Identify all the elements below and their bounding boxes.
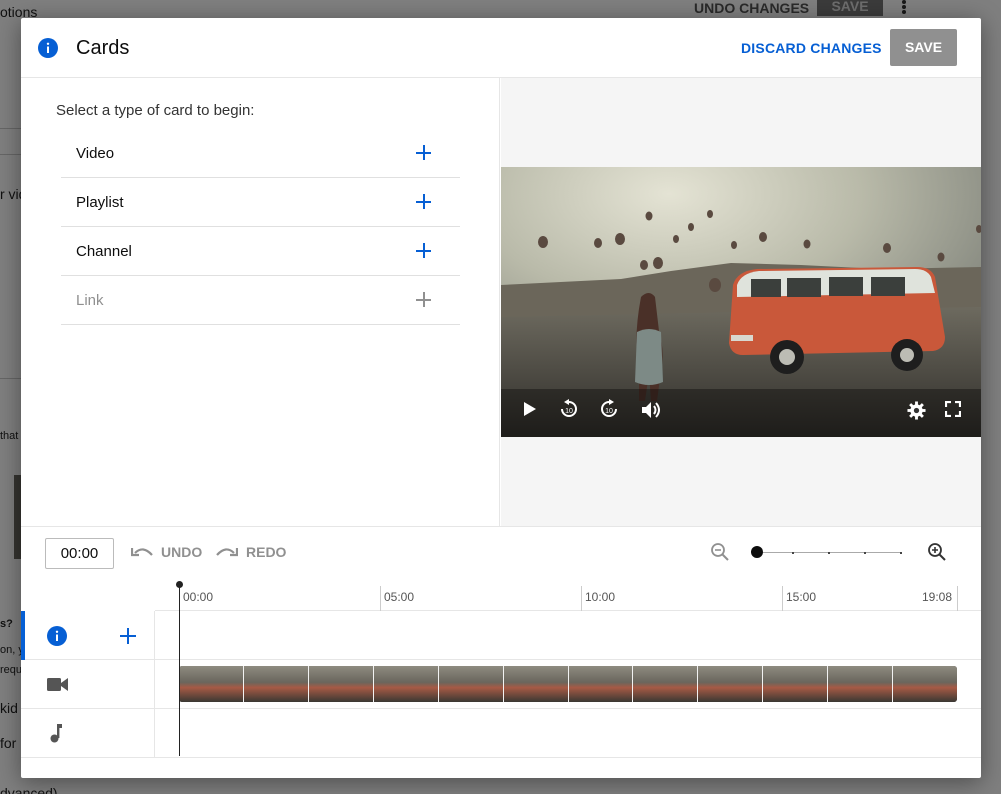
cards-dialog: Cards DISCARD CHANGES SAVE Select a type… bbox=[21, 18, 981, 778]
zoom-in-icon[interactable] bbox=[927, 542, 947, 562]
info-icon bbox=[47, 626, 67, 646]
fullscreen-icon[interactable] bbox=[945, 401, 961, 417]
film-frame bbox=[828, 666, 894, 702]
card-type-label: Video bbox=[76, 145, 115, 162]
info-icon bbox=[38, 38, 58, 58]
audio-track bbox=[21, 709, 981, 758]
volume-icon[interactable] bbox=[641, 401, 661, 419]
redo-label: REDO bbox=[246, 544, 287, 560]
card-type-label: Playlist bbox=[76, 194, 124, 211]
ruler-tick-label: 15:00 bbox=[786, 590, 817, 604]
film-frame bbox=[763, 666, 829, 702]
music-note-icon bbox=[50, 724, 62, 743]
forward-10-icon[interactable]: 10 bbox=[599, 399, 619, 419]
playhead[interactable] bbox=[179, 584, 180, 756]
film-frame bbox=[503, 666, 569, 702]
add-icon[interactable] bbox=[416, 145, 431, 160]
add-icon[interactable] bbox=[416, 194, 431, 209]
svg-text:10: 10 bbox=[565, 408, 573, 415]
film-frame bbox=[243, 666, 309, 702]
cards-track[interactable] bbox=[21, 611, 981, 660]
add-icon[interactable] bbox=[416, 243, 431, 258]
zoom-slider-track[interactable] bbox=[758, 552, 902, 553]
film-frame bbox=[438, 666, 504, 702]
zoom-step-dot bbox=[864, 551, 866, 554]
zoom-out-icon[interactable] bbox=[710, 542, 730, 562]
card-type-link[interactable]: Link bbox=[61, 276, 460, 325]
audio-track-header bbox=[21, 709, 155, 758]
add-card-icon[interactable] bbox=[120, 628, 136, 644]
settings-icon[interactable] bbox=[907, 401, 926, 420]
cards-track-header bbox=[21, 611, 155, 660]
film-frame bbox=[893, 666, 957, 702]
film-frame bbox=[179, 666, 244, 702]
film-frame bbox=[308, 666, 374, 702]
play-icon[interactable] bbox=[523, 401, 537, 417]
card-type-prompt: Select a type of card to begin: bbox=[56, 102, 255, 119]
save-button[interactable]: SAVE bbox=[890, 29, 957, 66]
video-track-header bbox=[21, 660, 155, 709]
film-frame bbox=[373, 666, 439, 702]
ruler-tick bbox=[782, 586, 783, 611]
svg-text:10: 10 bbox=[605, 408, 613, 415]
card-type-channel[interactable]: Channel bbox=[61, 227, 460, 276]
editor-toolbar: 00:00 UNDO REDO bbox=[21, 526, 981, 586]
ruler-tick bbox=[957, 586, 958, 611]
film-frame bbox=[568, 666, 634, 702]
card-type-video[interactable]: Video bbox=[61, 129, 460, 178]
undo-label: UNDO bbox=[161, 544, 203, 560]
undo-icon bbox=[130, 547, 153, 556]
zoom-step-dot bbox=[900, 551, 902, 554]
time-ruler: 00:00 05:00 10:00 15:00 19:08 bbox=[155, 578, 981, 611]
zoom-step-dot bbox=[828, 551, 830, 554]
timeline: 00:00 05:00 10:00 15:00 19:08 bbox=[21, 578, 981, 778]
ruler-tick-label: 05:00 bbox=[384, 590, 415, 604]
card-type-list: Video Playlist Channel Link bbox=[61, 129, 460, 325]
undo-button[interactable]: UNDO bbox=[130, 544, 203, 560]
ruler-tick bbox=[581, 586, 582, 611]
rewind-10-icon[interactable]: 10 bbox=[559, 399, 579, 419]
video-player[interactable]: 10 10 bbox=[501, 167, 981, 437]
current-time-field[interactable]: 00:00 bbox=[45, 538, 114, 569]
card-type-panel: Select a type of card to begin: Video Pl… bbox=[21, 78, 500, 526]
redo-button[interactable]: REDO bbox=[216, 544, 286, 560]
player-controls: 10 10 bbox=[501, 389, 981, 437]
ruler-tick-label: 19:08 bbox=[922, 590, 953, 604]
card-type-label: Link bbox=[76, 292, 104, 309]
card-type-playlist[interactable]: Playlist bbox=[61, 178, 460, 227]
discard-changes-button[interactable]: DISCARD CHANGES bbox=[741, 40, 882, 56]
zoom-slider-handle[interactable] bbox=[751, 546, 763, 558]
zoom-step-dot bbox=[792, 551, 794, 554]
card-type-label: Channel bbox=[76, 243, 132, 260]
dialog-header: Cards DISCARD CHANGES SAVE bbox=[21, 18, 981, 78]
video-filmstrip[interactable] bbox=[179, 666, 957, 702]
add-icon[interactable] bbox=[416, 292, 431, 307]
film-frame bbox=[698, 666, 764, 702]
video-camera-icon bbox=[47, 678, 68, 691]
ruler-tick-label: 10:00 bbox=[585, 590, 616, 604]
dialog-title: Cards bbox=[76, 37, 130, 59]
ruler-tick bbox=[380, 586, 381, 611]
ruler-tick-label: 00:00 bbox=[183, 590, 214, 604]
redo-icon bbox=[216, 547, 239, 556]
video-track bbox=[21, 660, 981, 709]
preview-panel: 10 10 bbox=[501, 78, 981, 526]
film-frame bbox=[633, 666, 699, 702]
